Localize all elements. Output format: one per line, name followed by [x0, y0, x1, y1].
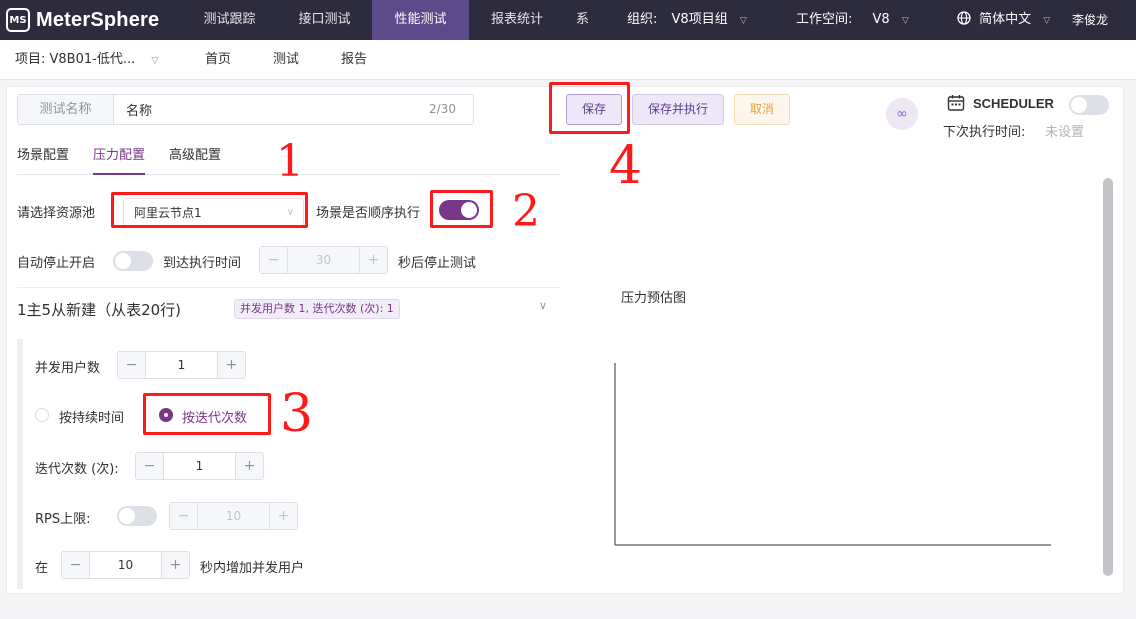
annotation-box-3 — [143, 393, 271, 435]
test-name-input[interactable] — [114, 95, 429, 124]
link-icon[interactable]: ∞ — [886, 98, 918, 130]
minus-icon[interactable]: − — [118, 352, 146, 378]
nav-tab-performance-test[interactable]: 性能测试 — [372, 0, 469, 40]
org-value: V8项目组 — [671, 12, 728, 27]
threads-label: 并发用户数 — [35, 361, 101, 376]
iteration-value: 1 — [195, 459, 204, 473]
resource-pool-label: 请选择资源池 — [17, 206, 96, 221]
test-name-counter: 2/30 — [429, 102, 456, 116]
globe-icon — [957, 11, 975, 27]
project-name: 项目: V8B01-低代... — [15, 52, 136, 67]
rps-toggle[interactable] — [117, 506, 157, 526]
reach-time-value: 30 — [288, 247, 359, 273]
by-duration-radio[interactable] — [35, 408, 49, 422]
auto-stop-toggle[interactable] — [113, 251, 153, 271]
org-selector[interactable]: 组织: V8项目组 ▽ — [627, 0, 747, 40]
tab-scenario-config[interactable]: 场景配置 — [17, 145, 69, 175]
chevron-down-icon: ▽ — [1043, 16, 1051, 26]
annotation-box-4 — [549, 82, 630, 134]
ramp-stepper[interactable]: − 10 + — [61, 551, 190, 579]
annotation-number-2: 2 — [512, 186, 540, 237]
iteration-label: 迭代次数 (次): — [35, 462, 119, 477]
toggle-knob — [119, 508, 135, 524]
threads-value: 1 — [177, 358, 186, 372]
toggle-knob — [1071, 97, 1087, 113]
subnav-report[interactable]: 报告 — [341, 40, 367, 80]
rps-label: RPS上限: — [35, 512, 91, 527]
nav-tab-system[interactable]: 系 — [576, 0, 606, 40]
plus-icon[interactable]: + — [161, 552, 189, 578]
logo-text: MeterSphere — [36, 8, 160, 31]
next-run-value: 未设置 — [1045, 125, 1085, 140]
ramp-prefix-label: 在 — [35, 561, 49, 576]
test-editor-card: 测试名称 2/30 保存 保存并执行 取消 ∞ SCHEDULER 下次执行时间… — [6, 86, 1124, 594]
rps-stepper[interactable]: − 10 + — [169, 502, 298, 530]
minus-icon[interactable]: − — [62, 552, 90, 578]
divider — [17, 287, 560, 288]
test-name-group: 测试名称 2/30 — [17, 94, 474, 125]
annotation-number-4: 4 — [609, 136, 643, 196]
plus-icon[interactable]: + — [269, 503, 297, 529]
project-selector[interactable]: 项目: V8B01-低代... ▽ — [15, 40, 158, 80]
top-navbar: MS MeterSphere 测试跟踪 接口测试 性能测试 报表统计 系 组织:… — [0, 0, 1136, 40]
pressure-estimate-chart: 压力预估图 — [579, 263, 1099, 581]
toggle-knob — [115, 253, 131, 269]
annotation-box-2 — [430, 190, 493, 228]
minus-icon[interactable]: − — [136, 453, 164, 479]
chart-axes — [614, 363, 1051, 546]
annotation-number-3: 3 — [280, 384, 314, 444]
plus-icon[interactable]: + — [359, 247, 387, 273]
chevron-down-icon: ▽ — [901, 16, 909, 26]
scenario-title[interactable]: 1主5从新建（从表20行) — [17, 299, 181, 320]
plus-icon[interactable]: + — [235, 453, 263, 479]
logo-icon: MS — [6, 8, 30, 32]
save-and-run-button[interactable]: 保存并执行 — [632, 94, 724, 125]
subnav-home[interactable]: 首页 — [205, 40, 231, 80]
tab-pressure-config[interactable]: 压力配置 — [93, 145, 146, 175]
language-selector[interactable]: 简体中文 ▽ — [957, 0, 1050, 40]
ramp-suffix-label: 秒内增加并发用户 — [200, 561, 305, 576]
chevron-down-icon: ▽ — [739, 16, 747, 26]
auto-stop-label: 自动停止开启 — [17, 256, 96, 271]
by-duration-label[interactable]: 按持续时间 — [59, 407, 124, 426]
reach-time-label: 到达执行时间 — [163, 256, 242, 271]
user-menu[interactable]: 李俊龙 — [1072, 0, 1108, 40]
stop-suffix-label: 秒后停止测试 — [398, 256, 477, 271]
annotation-number-1: 1 — [276, 136, 304, 187]
subnav-test[interactable]: 测试 — [273, 40, 299, 80]
nav-tab-report[interactable]: 报表统计 — [469, 0, 565, 40]
workspace-label: 工作空间: — [796, 12, 853, 27]
calendar-icon — [947, 94, 965, 116]
cancel-button[interactable]: 取消 — [734, 94, 790, 125]
minus-icon[interactable]: − — [170, 503, 198, 529]
plus-icon[interactable]: + — [217, 352, 245, 378]
project-subnav: 项目: V8B01-低代... ▽ 首页 测试 报告 — [0, 40, 1136, 80]
annotation-box-1 — [111, 192, 308, 228]
next-run-label: 下次执行时间: — [943, 125, 1026, 140]
scheduler-label: SCHEDULER — [973, 96, 1054, 111]
nav-tab-api-test[interactable]: 接口测试 — [277, 0, 372, 40]
workspace-value: V8 — [872, 12, 890, 27]
scrollbar[interactable] — [1103, 178, 1113, 576]
minus-icon[interactable]: − — [260, 247, 288, 273]
logo[interactable]: MS MeterSphere — [6, 7, 159, 33]
scenario-summary-tag: 并发用户数 1, 迭代次数 (次): 1 — [234, 299, 400, 319]
nav-tab-test-track[interactable]: 测试跟踪 — [182, 0, 277, 40]
tab-advanced-config[interactable]: 高级配置 — [169, 145, 221, 175]
sequential-label: 场景是否顺序执行 — [316, 206, 421, 221]
language-value: 简体中文 — [979, 12, 1032, 27]
ramp-value: 10 — [117, 558, 134, 572]
threads-stepper[interactable]: − 1 + — [117, 351, 246, 379]
chevron-down-icon[interactable]: ∨ — [539, 299, 547, 312]
chevron-down-icon: ▽ — [151, 56, 159, 66]
workspace-selector[interactable]: 工作空间: V8 ▽ — [796, 0, 909, 40]
test-name-label: 测试名称 — [18, 95, 114, 124]
scheduler-toggle[interactable] — [1069, 95, 1109, 115]
reach-time-stepper[interactable]: − 30 + — [259, 246, 388, 274]
rps-value: 10 — [198, 503, 269, 529]
iteration-stepper[interactable]: − 1 + — [135, 452, 264, 480]
org-label: 组织: — [627, 12, 658, 27]
